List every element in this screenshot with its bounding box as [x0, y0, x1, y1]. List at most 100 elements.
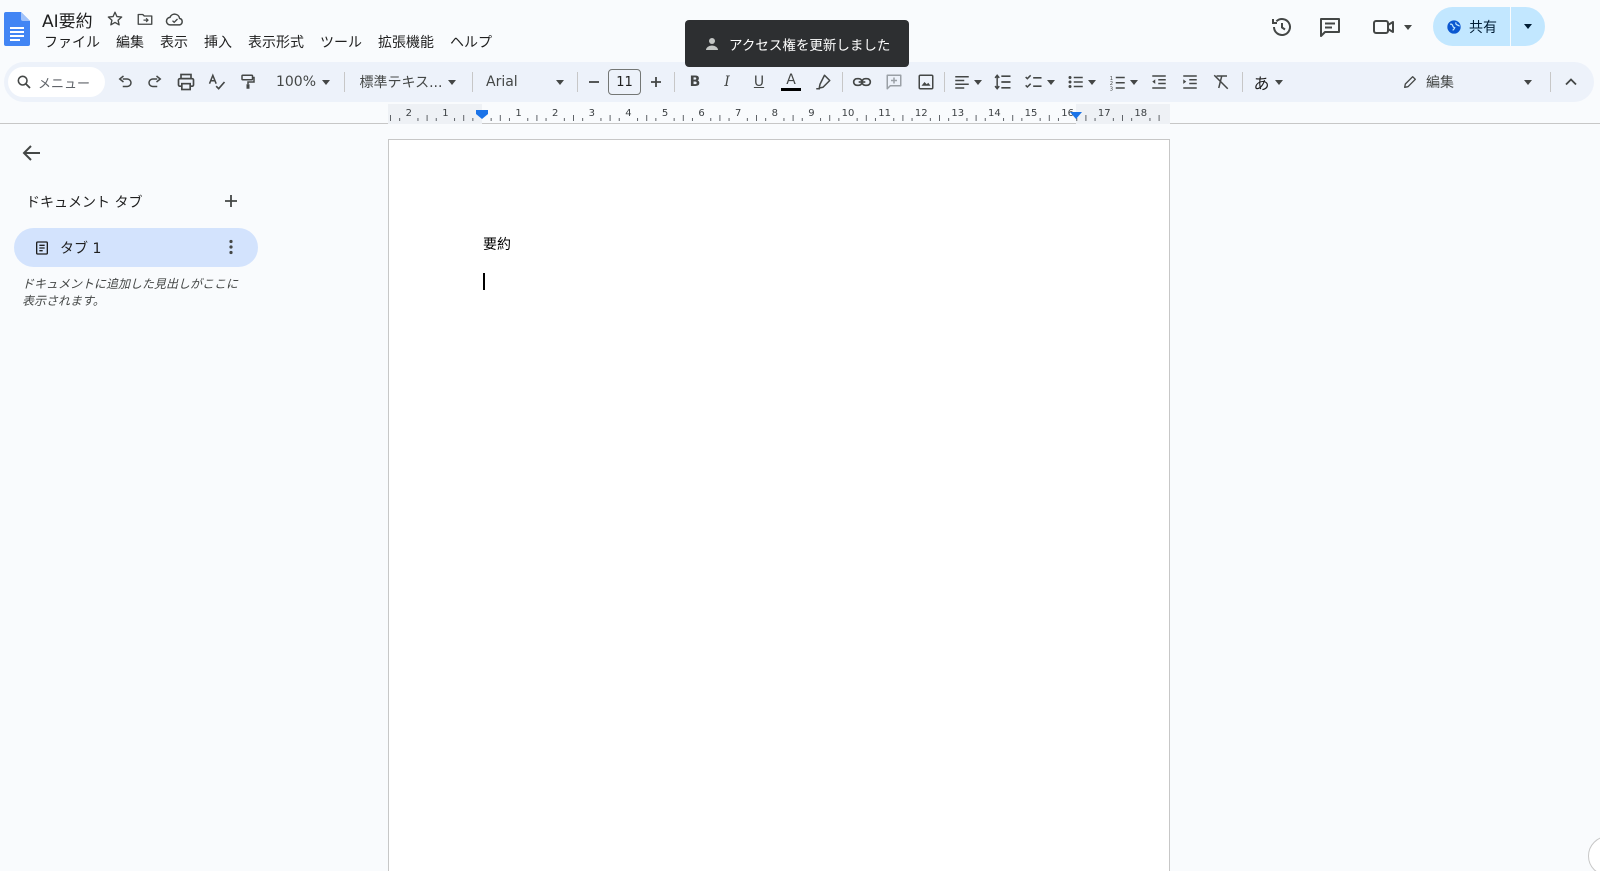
print-button[interactable]	[171, 62, 201, 102]
clear-formatting-icon	[1213, 74, 1229, 90]
tab-label: タブ 1	[60, 240, 102, 257]
menu-file[interactable]: ファイル	[36, 33, 108, 53]
move-folder-icon[interactable]	[133, 8, 157, 30]
ruler-label: 5	[662, 108, 668, 119]
docs-logo-icon[interactable]	[4, 12, 30, 46]
input-tools-label: あ	[1253, 74, 1270, 93]
insert-image-button[interactable]	[911, 62, 941, 102]
align-button[interactable]	[948, 62, 986, 102]
increase-indent-button[interactable]	[1175, 62, 1205, 102]
menu-view[interactable]: 表示	[152, 33, 196, 53]
numbered-list-button[interactable]: 123	[1104, 62, 1142, 102]
title-row: AI要約	[42, 7, 193, 32]
spellcheck-icon	[208, 73, 226, 90]
decrease-indent-icon	[1152, 75, 1166, 89]
cloud-saved-icon[interactable]	[163, 8, 187, 30]
explore-button[interactable]	[1588, 836, 1600, 871]
menu-extensions[interactable]: 拡張機能	[370, 33, 442, 53]
toolbar-divider	[1550, 72, 1551, 92]
toolbar-divider	[842, 72, 843, 92]
font-select[interactable]: Arial	[480, 62, 570, 102]
redo-button[interactable]	[140, 62, 170, 102]
ruler-label: 9	[808, 108, 814, 119]
minus-icon	[589, 81, 599, 83]
input-tools-button[interactable]: あ	[1248, 62, 1288, 102]
ruler-label: 13	[951, 108, 964, 119]
text-color-button[interactable]: A	[776, 62, 806, 102]
undo-button[interactable]	[110, 62, 140, 102]
increase-indent-icon	[1183, 75, 1197, 89]
menu-help[interactable]: ヘルプ	[442, 33, 500, 53]
bulleted-list-button[interactable]	[1062, 62, 1100, 102]
share-button[interactable]: 共有	[1433, 7, 1511, 46]
menu-edit[interactable]: 編集	[108, 33, 152, 53]
meet-button[interactable]	[1366, 11, 1418, 43]
text-color-swatch	[781, 88, 801, 91]
highlight-color-button[interactable]	[808, 62, 838, 102]
paint-format-button[interactable]	[233, 62, 263, 102]
hide-menus-button[interactable]	[1556, 62, 1586, 102]
decrease-font-size-button[interactable]	[582, 62, 606, 102]
ruler-label: 1	[442, 108, 448, 119]
clear-formatting-button[interactable]	[1206, 62, 1236, 102]
ruler-label: 17	[1098, 108, 1111, 119]
ruler-label: 6	[698, 108, 704, 119]
chevron-down-icon	[1087, 79, 1096, 85]
ruler-label: 3	[589, 108, 595, 119]
spellcheck-button[interactable]	[202, 62, 232, 102]
toolbar-divider	[674, 72, 675, 92]
version-history-button[interactable]	[1262, 11, 1302, 43]
chevron-down-icon	[1524, 24, 1532, 29]
comment-icon	[1320, 18, 1340, 37]
font-size-input[interactable]: 11	[608, 69, 641, 95]
undo-icon	[118, 75, 132, 88]
bulleted-list-icon	[1068, 76, 1083, 88]
paragraph-style-select[interactable]: 標準テキス...	[352, 62, 464, 102]
chevron-down-icon	[322, 79, 331, 85]
ruler-label: 15	[1025, 108, 1038, 119]
ruler-label: 4	[625, 108, 631, 119]
insert-link-button[interactable]	[847, 62, 877, 102]
underline-button[interactable]: U	[744, 62, 774, 102]
chevron-down-icon	[973, 79, 982, 85]
text-color-label: A	[786, 72, 796, 88]
increase-font-size-button[interactable]	[644, 62, 668, 102]
document-title[interactable]: AI要約	[42, 7, 93, 32]
plus-icon	[651, 77, 661, 87]
italic-button[interactable]: I	[712, 62, 742, 102]
document-icon	[34, 240, 50, 256]
ruler-label: 11	[878, 108, 891, 119]
numbered-list-icon: 123	[1109, 76, 1125, 91]
bold-button[interactable]: B	[680, 62, 710, 102]
toolbar: メニュー 100% 標準テキス... Arial 11 B I U A 1 2 …	[4, 62, 1594, 102]
tab-1[interactable]: タブ 1	[14, 228, 258, 267]
close-outline-button[interactable]	[20, 141, 44, 165]
document-body-text[interactable]: 要約	[483, 234, 511, 254]
add-comment-button[interactable]	[879, 62, 909, 102]
star-icon[interactable]	[103, 8, 127, 30]
zoom-value: 100%	[275, 74, 317, 90]
ruler-label: 2	[406, 108, 412, 119]
horizontal-ruler[interactable]: 2 1 1 2 3 4 5 6 7 8 9 10 11 12 13 14 15 16 17 18	[388, 104, 1170, 124]
zoom-select[interactable]: 100%	[268, 62, 338, 102]
line-spacing-button[interactable]	[988, 62, 1018, 102]
search-icon	[17, 75, 31, 89]
menu-search-input[interactable]: メニュー	[8, 67, 105, 97]
line-spacing-icon	[994, 74, 1011, 90]
checklist-button[interactable]	[1020, 62, 1058, 102]
menu-tools[interactable]: ツール	[312, 33, 370, 53]
print-icon	[177, 73, 195, 91]
highlighter-icon	[816, 74, 831, 90]
image-icon	[918, 74, 934, 90]
add-tab-button[interactable]	[222, 192, 240, 210]
menu-insert[interactable]: 挿入	[196, 33, 240, 53]
decrease-indent-button[interactable]	[1144, 62, 1174, 102]
menu-format[interactable]: 表示形式	[240, 33, 312, 53]
editing-mode-select[interactable]: 編集	[1402, 62, 1532, 102]
more-vert-icon[interactable]	[222, 238, 240, 256]
share-dropdown-button[interactable]	[1511, 7, 1545, 46]
comments-button[interactable]	[1310, 11, 1350, 43]
ruler-label: 18	[1134, 108, 1147, 119]
redo-icon	[148, 75, 162, 88]
document-page[interactable]: 要約	[388, 139, 1170, 871]
